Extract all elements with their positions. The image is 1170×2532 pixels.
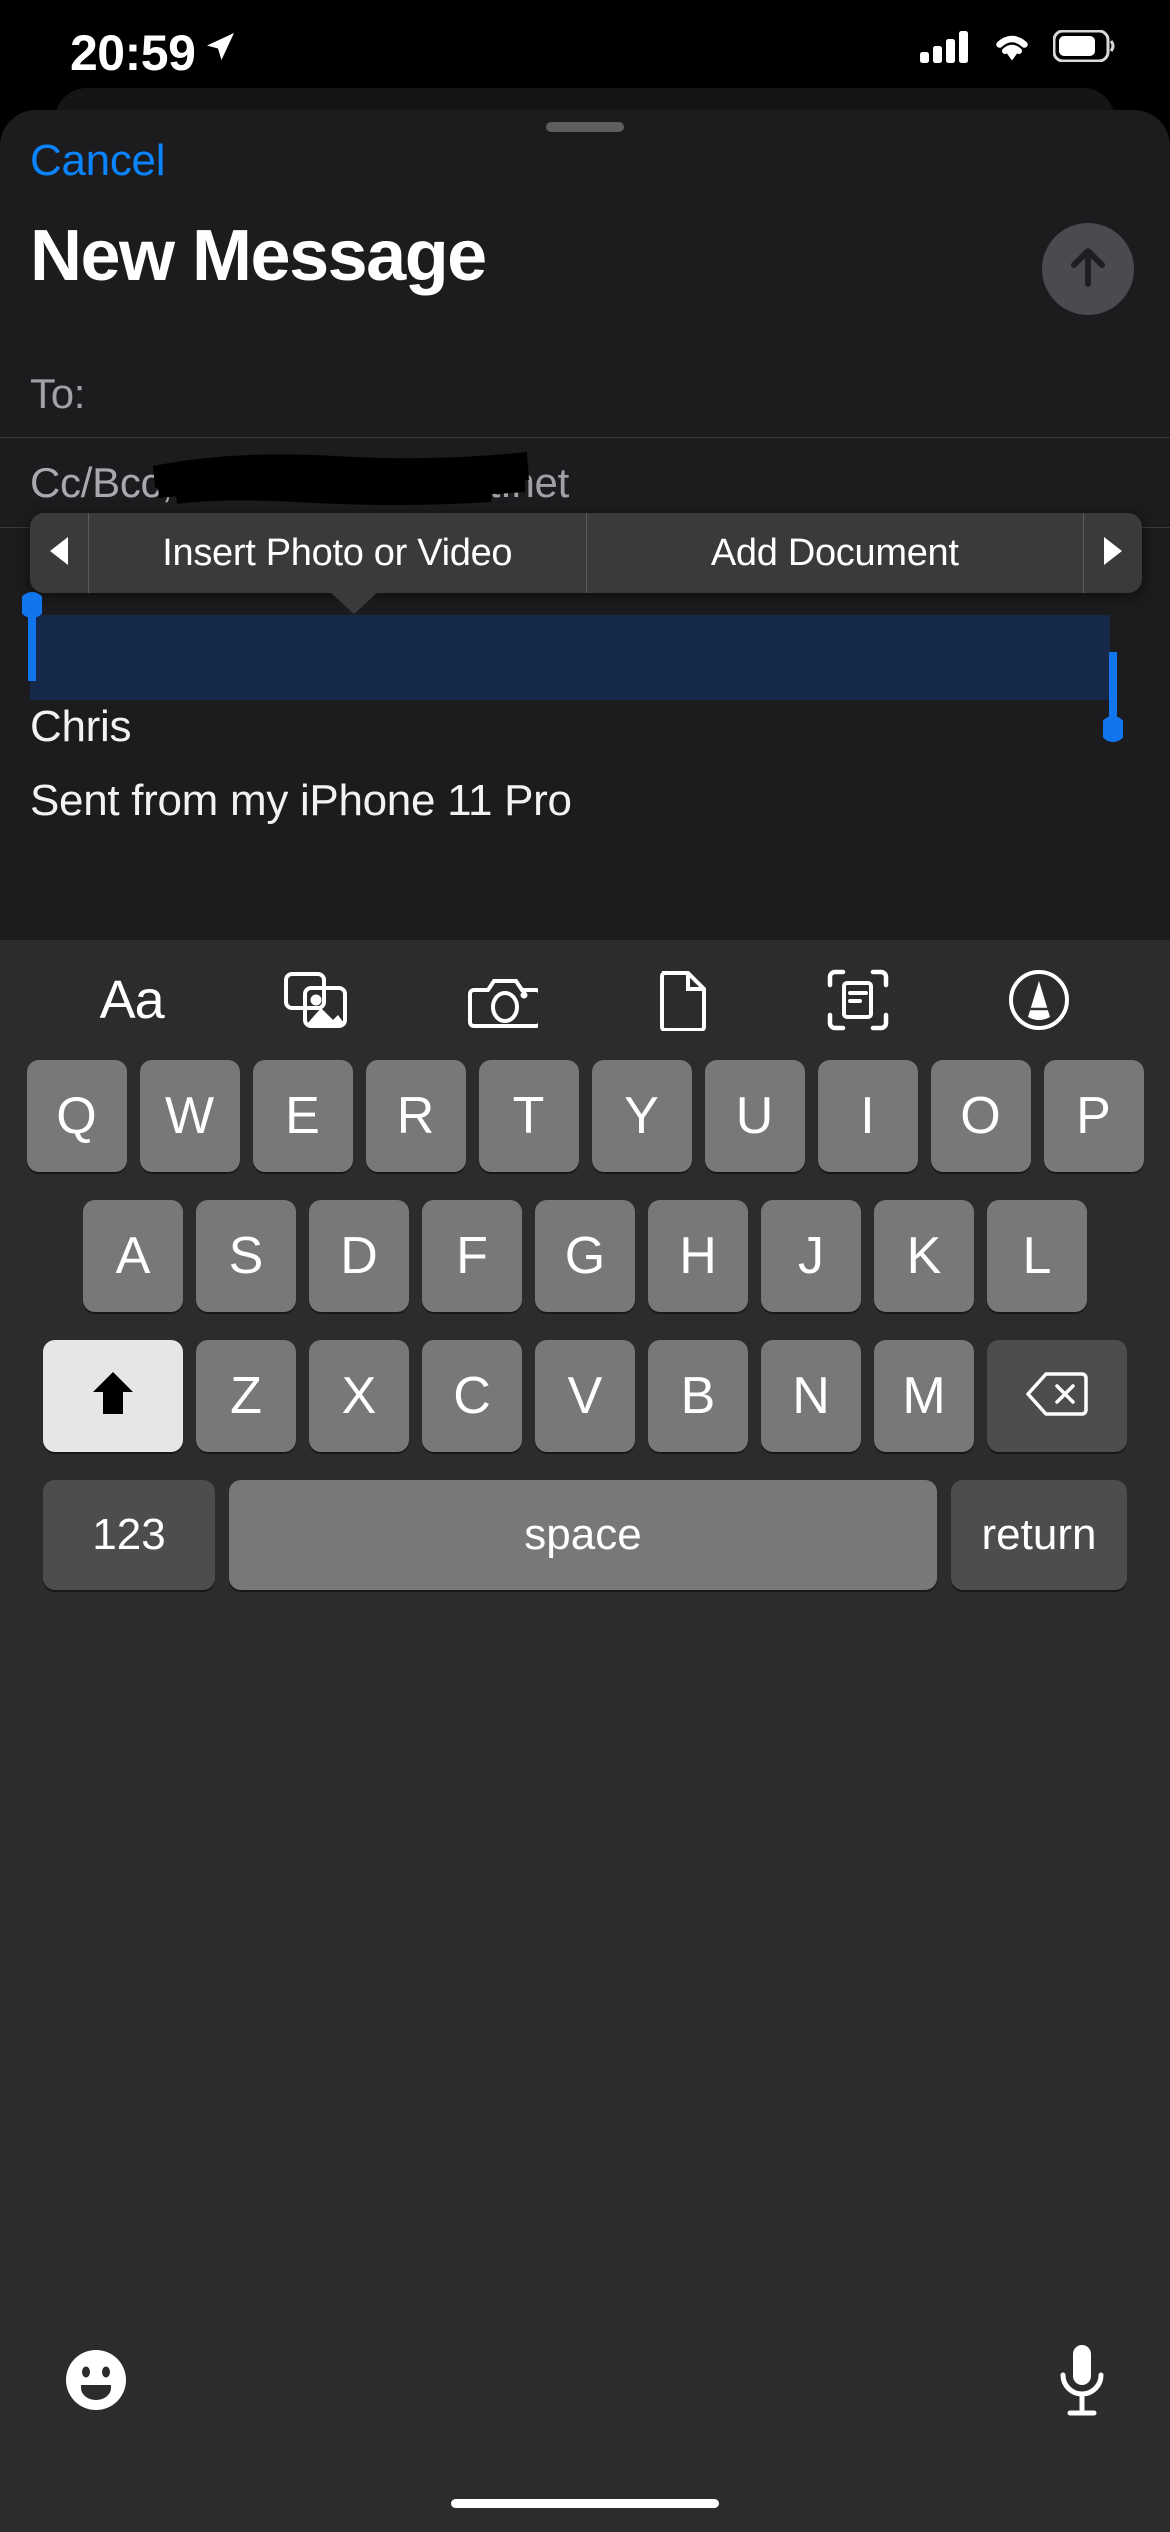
key-d[interactable]: D [309,1200,409,1312]
cancel-button[interactable]: Cancel [30,136,165,186]
keyboard-keys: Q W E R T Y U I O P A S D F G H J K L Z … [0,1060,1170,1590]
text-selection-highlight[interactable] [30,615,1110,700]
key-f[interactable]: F [422,1200,522,1312]
ccbcc-address-text: @comcast.net [303,458,569,506]
key-x[interactable]: X [309,1340,409,1452]
key-h[interactable]: H [648,1200,748,1312]
status-bar: 20:59 [0,0,1170,100]
key-e[interactable]: E [252,1060,353,1172]
photo-library-icon[interactable] [283,970,349,1030]
send-button[interactable] [1042,223,1134,315]
key-q[interactable]: Q [26,1060,127,1172]
location-arrow-icon [203,30,237,69]
page-title: New Message [30,216,487,296]
battery-icon [1052,29,1115,67]
signature-name: Chris [30,702,132,751]
arrow-up-icon [1060,239,1116,300]
return-key[interactable]: return [951,1480,1127,1590]
key-m[interactable]: M [874,1340,974,1452]
key-c[interactable]: C [422,1340,522,1452]
to-field-label: To: [30,369,86,417]
status-indicators [919,28,1115,69]
key-r[interactable]: R [365,1060,466,1172]
key-z[interactable]: Z [196,1340,296,1452]
wifi-icon [989,29,1035,68]
backspace-key[interactable] [987,1340,1127,1452]
format-text-label: Aa [99,970,165,1030]
space-key[interactable]: space [229,1480,937,1590]
keyboard-accessory-toolbar: Aa [0,940,1170,1060]
key-t[interactable]: T [478,1060,579,1172]
status-time: 20:59 [70,25,196,81]
key-b[interactable]: B [648,1340,748,1452]
key-i[interactable]: I [817,1060,918,1172]
menu-item-insert-photo-or-video[interactable]: Insert Photo or Video [89,513,586,593]
key-j[interactable]: J [761,1200,861,1312]
key-l[interactable]: L [987,1200,1087,1312]
key-k[interactable]: K [874,1200,974,1312]
keyboard-bottom-bar [0,2322,1170,2442]
key-w[interactable]: W [139,1060,240,1172]
ccbcc-label-text: Cc/Bcc, From: [30,458,304,506]
menu-item-add-document[interactable]: Add Document [587,513,1084,593]
key-y[interactable]: Y [591,1060,692,1172]
email-signature[interactable]: Chris Sent from my iPhone 11 Pro [30,705,930,823]
camera-icon[interactable] [468,971,539,1029]
cellular-signal-icon [919,28,971,69]
numbers-key[interactable]: 123 [43,1480,215,1590]
key-p[interactable]: P [1043,1060,1144,1172]
signature-sent-from: Sent from my iPhone 11 Pro [30,776,572,825]
compose-header: New Message [0,215,1170,345]
compose-sheet: Cancel New Message To: Cc/Bcc, From: @co… [0,110,1170,940]
home-indicator[interactable] [451,2499,719,2508]
key-u[interactable]: U [704,1060,805,1172]
keyboard-row-3: Z X C V B N M [0,1340,1170,1452]
triangle-left-icon [46,535,72,572]
backspace-icon [1026,1371,1088,1422]
text-edit-context-menu: Insert Photo or Video Add Document [30,513,1142,593]
to-field-row[interactable]: To: [0,350,1170,438]
key-a[interactable]: A [83,1200,183,1312]
context-menu-tail [330,592,378,614]
menu-prev-button[interactable] [30,513,88,593]
iphone-screen: 20:59 Cancel New Message To: Cc/Bcc, Fro… [0,0,1170,2532]
sheet-grabber-handle[interactable] [546,122,624,132]
shift-arrow-icon [90,1368,136,1425]
ccbcc-field-label: Cc/Bcc, From: @comcast.net [30,459,569,507]
selection-handle-start[interactable] [19,592,45,684]
shift-key[interactable] [43,1340,183,1452]
emoji-smiley-icon[interactable] [60,2344,132,2421]
keyboard-row-4: 123 space return [0,1480,1170,1590]
format-text-icon[interactable]: Aa [99,969,165,1031]
key-o[interactable]: O [930,1060,1031,1172]
document-icon[interactable] [658,969,708,1031]
markup-pen-icon[interactable] [1008,969,1070,1031]
microphone-icon[interactable] [1054,2342,1110,2423]
menu-next-button[interactable] [1084,513,1142,593]
key-s[interactable]: S [196,1200,296,1312]
key-n[interactable]: N [761,1340,861,1452]
onscreen-keyboard: Aa Q W E R T Y U I O P A S D F G H J K L… [0,940,1170,2532]
key-v[interactable]: V [535,1340,635,1452]
keyboard-row-2: A S D F G H J K L [0,1200,1170,1312]
selection-handle-end[interactable] [1100,650,1126,742]
scan-document-icon[interactable] [827,969,889,1031]
triangle-right-icon [1100,535,1126,572]
key-g[interactable]: G [535,1200,635,1312]
keyboard-row-1: Q W E R T Y U I O P [0,1060,1170,1172]
